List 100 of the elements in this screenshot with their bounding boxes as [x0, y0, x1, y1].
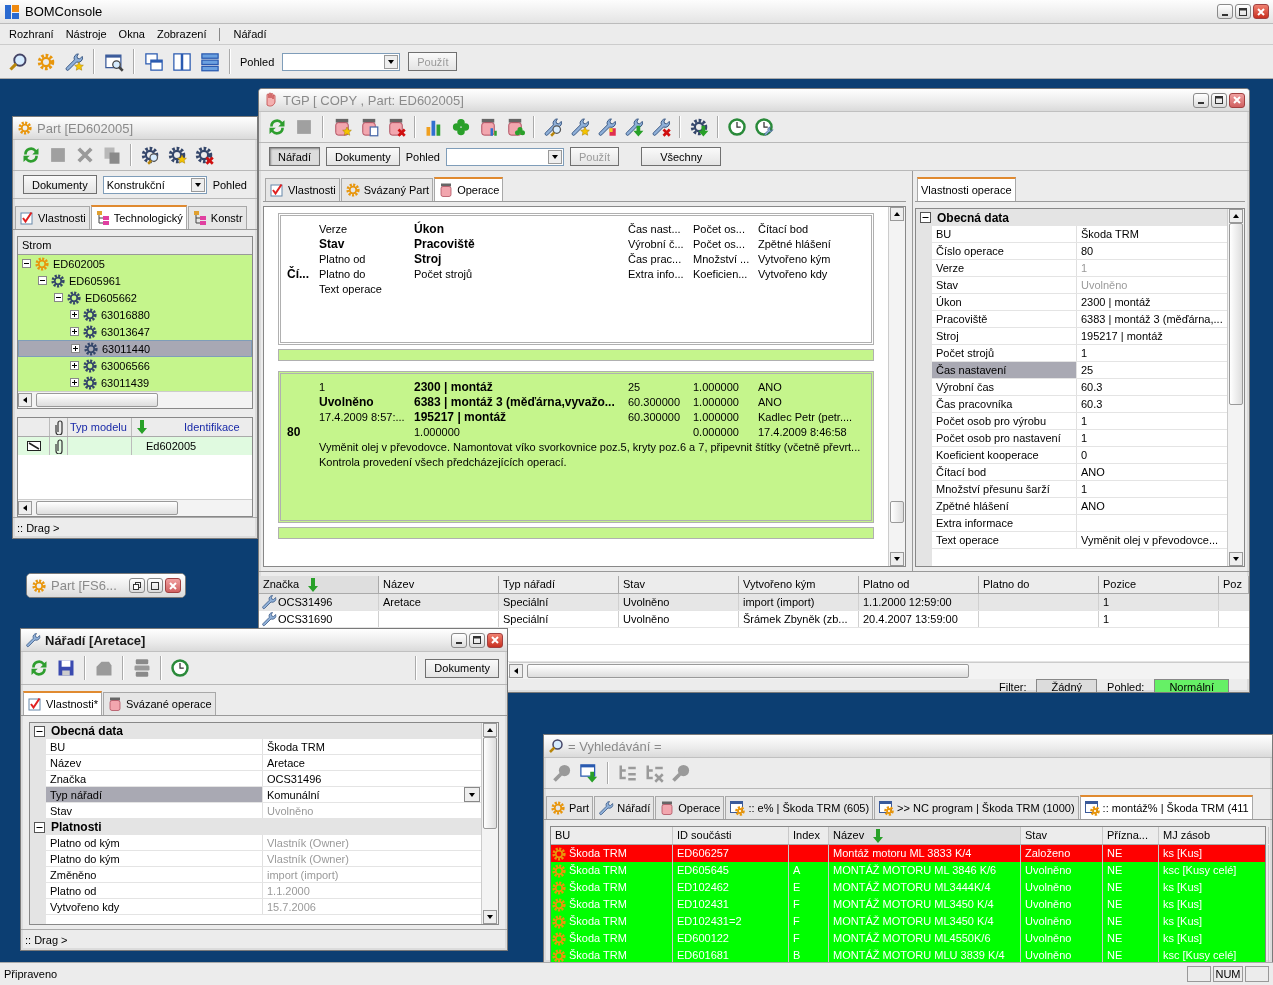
wrench-star-icon[interactable] — [570, 117, 590, 137]
property-value[interactable]: 6383 | montáž 3 (měďárna,... — [1077, 311, 1227, 327]
column-header[interactable]: Vytvořeno kým — [739, 576, 859, 593]
view-select[interactable] — [282, 52, 401, 71]
tab[interactable]: Vlastnosti* — [23, 691, 102, 715]
property-value[interactable]: 60.3 — [1077, 396, 1227, 412]
property-name[interactable]: Výrobní čas — [932, 379, 1077, 395]
property-name[interactable]: Počet osob pro nastavení — [932, 430, 1077, 446]
tree-item[interactable]: 63013647 — [18, 323, 252, 340]
column-header[interactable]: Značka — [259, 576, 379, 593]
property-value[interactable]: ANO — [1077, 464, 1227, 480]
property-value[interactable]: 1 — [1077, 481, 1227, 497]
documents-button[interactable]: Dokumenty — [425, 658, 499, 678]
restore-button[interactable] — [129, 578, 145, 593]
property-name[interactable]: Text operace — [932, 532, 1077, 548]
scrollbar-thumb[interactable] — [527, 664, 969, 678]
close-button[interactable] — [165, 578, 181, 593]
column-header[interactable]: Strom — [18, 237, 252, 255]
close-button[interactable] — [487, 632, 503, 648]
property-value[interactable]: 60.3 — [1077, 379, 1227, 395]
operation-chart-icon[interactable] — [478, 117, 498, 137]
tab[interactable]: Part — [546, 796, 594, 819]
property-name[interactable]: Stroj — [932, 328, 1077, 344]
expand-toggle[interactable] — [70, 361, 79, 370]
mode-button[interactable]: Dokumenty — [326, 147, 400, 166]
property-value[interactable]: OCS31496 — [263, 771, 481, 786]
expand-toggle[interactable] — [71, 344, 80, 353]
menu-item[interactable]: Rozhraní — [4, 26, 59, 42]
clock-icon[interactable] — [170, 658, 190, 678]
scroll-up-button[interactable] — [890, 207, 904, 221]
property-value[interactable]: 2300 | montáž — [1077, 294, 1227, 310]
tree-item[interactable]: 63006566 — [18, 357, 252, 374]
scrollbar-thumb[interactable] — [890, 501, 904, 523]
property-name[interactable]: BU — [932, 226, 1077, 242]
tab[interactable]: Konstr — [187, 206, 247, 229]
operation-star-icon[interactable] — [332, 117, 352, 137]
property-value[interactable]: 0 — [1077, 447, 1227, 463]
tab[interactable]: :: montáž% | Škoda TRM (411 — [1079, 795, 1253, 819]
tab[interactable]: Nářadí — [594, 796, 655, 819]
minimize-button[interactable] — [1217, 4, 1233, 19]
clock-wrench-icon[interactable] — [754, 117, 774, 137]
property-value[interactable]: 80 — [1077, 243, 1227, 259]
property-name[interactable]: Čas pracovníka — [932, 396, 1077, 412]
vertical-scrollbar[interactable] — [888, 207, 905, 566]
columns-icon[interactable] — [172, 51, 192, 72]
property-name[interactable]: Množství přesunu šarží — [932, 481, 1077, 497]
wrench-arrow-icon[interactable] — [624, 117, 644, 137]
column-header[interactable]: Typ nářadí — [499, 576, 619, 593]
search-window-icon[interactable] — [104, 51, 124, 72]
tab[interactable]: Svázané operace — [103, 692, 216, 715]
scroll-up-button[interactable] — [483, 723, 497, 737]
property-name[interactable]: Typ nářadí — [46, 787, 263, 802]
column-header[interactable]: Poz — [1219, 576, 1249, 593]
column-header[interactable]: BU — [551, 827, 673, 844]
menu-item[interactable]: Nářadí — [228, 26, 272, 42]
vertical-scrollbar[interactable] — [1227, 209, 1244, 566]
horizontal-scrollbar[interactable] — [18, 499, 252, 516]
property-value[interactable]: 195217 | montáž — [1077, 328, 1227, 344]
scrollbar-thumb[interactable] — [36, 501, 178, 515]
column-header[interactable]: Přízna... — [1103, 827, 1159, 844]
tree-item[interactable]: 63011439 — [18, 374, 252, 391]
scroll-up-button[interactable] — [1229, 209, 1243, 223]
property-name[interactable]: Číslo operace — [932, 243, 1077, 259]
property-value[interactable]: Komunální — [263, 787, 481, 802]
scroll-down-button[interactable] — [890, 552, 904, 566]
operation-delete-icon[interactable] — [386, 117, 406, 137]
collapse-toggle[interactable] — [38, 276, 47, 285]
wrench-delete-icon[interactable] — [651, 117, 671, 137]
collapse-toggle[interactable] — [34, 725, 45, 737]
scroll-left-button[interactable] — [18, 501, 32, 515]
property-value[interactable]: Aretace — [263, 755, 481, 770]
gear-search-icon[interactable] — [140, 145, 160, 165]
clover-icon[interactable] — [451, 117, 471, 137]
documents-button[interactable]: Dokumenty — [23, 175, 97, 194]
copy-icon[interactable] — [102, 145, 122, 165]
wrench-grid-icon[interactable] — [597, 117, 617, 137]
stack-icon[interactable] — [132, 658, 152, 678]
tab[interactable]: Vlastnosti — [15, 206, 90, 229]
refresh-icon[interactable] — [267, 117, 287, 137]
close-button[interactable] — [1229, 92, 1245, 108]
scrollbar-thumb[interactable] — [483, 737, 497, 829]
property-name[interactable]: Koeficient kooperace — [932, 447, 1077, 463]
tree-item[interactable]: 63011440 — [18, 340, 252, 357]
column-header[interactable]: Platno do — [979, 576, 1099, 593]
search-icon[interactable] — [8, 51, 28, 72]
tab[interactable]: Operace — [655, 796, 725, 819]
property-name[interactable]: Zpětné hlášení — [932, 498, 1077, 514]
horizontal-scrollbar[interactable] — [509, 662, 1249, 679]
tree-item[interactable]: ED605662 — [18, 289, 252, 306]
column-header[interactable]: MJ zásob — [1159, 827, 1269, 844]
collapse-toggle[interactable] — [920, 212, 931, 223]
horizontal-scrollbar[interactable] — [18, 391, 252, 408]
operation-clover-icon[interactable] — [505, 117, 525, 137]
menu-item[interactable]: Nástroje — [60, 26, 112, 42]
expand-toggle[interactable] — [70, 310, 79, 319]
tab[interactable]: Operace — [434, 177, 504, 201]
column-header[interactable]: Název — [379, 576, 499, 593]
rows-icon[interactable] — [200, 51, 220, 72]
property-value[interactable]: 25 — [1077, 362, 1227, 378]
property-name[interactable]: BU — [46, 739, 263, 754]
